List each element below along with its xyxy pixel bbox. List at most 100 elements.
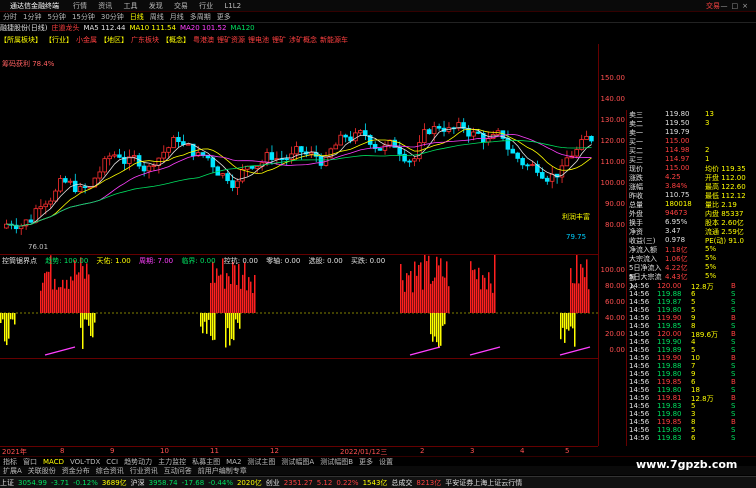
indicator-bar (442, 276, 444, 313)
indicator-bar (58, 287, 60, 313)
indicator-bar (448, 286, 450, 313)
menu-quotes[interactable]: 行情 (73, 2, 87, 10)
index-name: 创业 (265, 478, 280, 487)
indicator-bar-neg (88, 313, 90, 326)
indicator-tick: 40.00 (604, 314, 625, 322)
tick-volume: 6 (691, 378, 696, 386)
indicator-panel-2[interactable] (0, 358, 598, 447)
tick-time: 14:56 (629, 306, 650, 314)
indicator-bar (588, 289, 590, 313)
period-1min[interactable]: 1分钟 (23, 12, 41, 22)
info-tab[interactable]: 互动问答 (164, 466, 192, 475)
period-5min[interactable]: 5分钟 (47, 12, 65, 22)
quote-value: 114.98 (665, 146, 690, 154)
indicator-bar (250, 281, 252, 313)
indicator-tab[interactable]: CCI (106, 458, 118, 466)
tick-time: 14:56 (629, 338, 650, 346)
indicator-bar-neg (212, 313, 214, 341)
indicator-bar (78, 272, 80, 313)
quote-label: 总量 (629, 201, 643, 209)
quote-row: 换手 6.95% 股本 2.60亿 (629, 218, 755, 227)
indicator-bar-neg (82, 313, 84, 349)
index-amount: 2020亿 (236, 478, 262, 487)
candlestick-chart[interactable]: 76.01 79.75 利润丰富 (0, 44, 598, 254)
menu-discover[interactable]: 发现 (149, 2, 163, 10)
quote-extra: 开盘 112.00 (705, 174, 746, 182)
ma120-value: MA120 (230, 24, 255, 32)
indicator-bar (578, 283, 580, 313)
period-15min[interactable]: 15分钟 (72, 12, 95, 22)
tick-price: 119.85 (657, 322, 682, 330)
quote-label: 昨收 (629, 192, 643, 200)
tick-time: 14:56 (629, 362, 650, 370)
candle (166, 147, 171, 153)
trade-button[interactable]: 交易 (706, 1, 720, 11)
tick-row: 14:56 119.85 8 S (629, 322, 755, 330)
quote-label: 涨跌 (629, 174, 643, 182)
window-controls[interactable]: —□× (721, 2, 752, 10)
indicator-bar (410, 271, 412, 313)
tick-volume: 3 (691, 410, 696, 418)
price-tick: 150.00 (600, 74, 626, 82)
info-tab[interactable]: 资金分布 (62, 466, 90, 475)
candle (510, 148, 516, 154)
quote-value: 114.97 (665, 155, 690, 163)
quote-row: 外盘 94673 内盘 85337 (629, 209, 755, 218)
period-multi[interactable]: 多周期 (190, 12, 211, 22)
indicator-bar-neg (235, 313, 237, 320)
candle (240, 168, 245, 182)
menu-tools[interactable]: 工具 (123, 2, 137, 10)
menu-l1l2[interactable]: L1L2 (224, 2, 241, 10)
indicator-field: 买跌: 0.00 (350, 257, 386, 265)
indicator-bar (86, 263, 88, 313)
candle (358, 130, 363, 134)
tick-row: 14:56 119.88 7 S (629, 362, 755, 370)
menu-industry[interactable]: 行业 (199, 2, 213, 10)
quote-label: 净流入额 (629, 246, 657, 254)
period-30min[interactable]: 30分钟 (101, 12, 124, 22)
indicator-bar (472, 270, 474, 313)
period-daily[interactable]: 日线 (130, 12, 144, 22)
indicator-bar (226, 273, 228, 313)
candle (289, 153, 294, 160)
candle (269, 152, 275, 160)
indicator-bar-neg (10, 313, 12, 320)
indicator-bar (586, 259, 588, 313)
indicator-tab[interactable]: MA2 (226, 458, 241, 466)
tick-time: 14:56 (629, 354, 650, 362)
indicator-bar (84, 278, 86, 313)
indicator-bar (406, 273, 408, 313)
indicator-field: 天佑: 1.00 (96, 257, 131, 265)
indicator-tab[interactable]: MACD (43, 458, 64, 466)
menu-news[interactable]: 资讯 (98, 2, 112, 10)
signal-line (44, 346, 76, 356)
info-tab[interactable]: 综合资讯 (96, 466, 124, 475)
indicator-header: 控筒锯界点 趋势: 100.00 天佑: 1.00 周期: 7.00 临界: 0… (2, 256, 391, 266)
info-tab[interactable]: 关联股份 (28, 466, 56, 475)
period-intraday[interactable]: 分时 (3, 12, 17, 22)
period-more[interactable]: 更多 (217, 12, 231, 22)
quote-value: 119.50 (665, 119, 690, 127)
quote-row: 涨跌 4.25 开盘 112.00 (629, 173, 755, 182)
quote-value: 6.95% (665, 218, 688, 226)
info-tab[interactable]: 扩展A (3, 466, 22, 475)
candle (338, 134, 343, 146)
quote-extra: PE(动) 91.0 (705, 237, 744, 245)
candle (63, 178, 68, 183)
candle (151, 165, 157, 167)
tick-side: B (731, 330, 736, 338)
info-tab[interactable]: 行业资讯 (130, 466, 158, 475)
tick-volume: 9 (691, 314, 696, 322)
tick-price: 119.85 (657, 378, 682, 386)
menu-trade[interactable]: 交易 (174, 2, 188, 10)
indicator-tab[interactable]: VOL-TDX (70, 458, 100, 466)
indicator-field: 趋势: 100.00 (45, 257, 89, 265)
period-weekly[interactable]: 周线 (150, 12, 164, 22)
tick-side: S (731, 338, 736, 346)
period-monthly[interactable]: 月线 (170, 12, 184, 22)
candle (77, 186, 83, 193)
candle (68, 180, 73, 183)
info-tab[interactable]: 前用户编制专章 (198, 466, 247, 475)
indicator-panel-1[interactable] (0, 254, 598, 359)
candle (53, 190, 58, 202)
